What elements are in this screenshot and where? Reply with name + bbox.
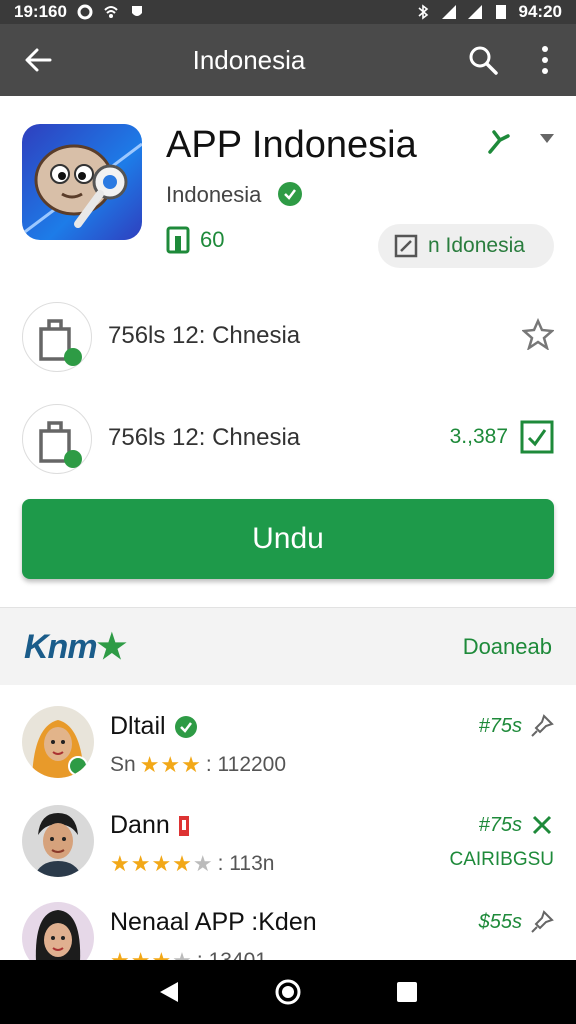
bag-icon	[39, 319, 82, 366]
status-time: 19:160	[14, 2, 67, 21]
app-header: APP Indonesia Indonesia 60 n Idonesia	[0, 96, 576, 276]
info-row-right	[510, 318, 554, 350]
review-meta: Sn ★★★ : 112200	[110, 752, 286, 778]
review-meta: ★★★★★ : 113n	[110, 851, 274, 877]
developer-name[interactable]: Indonesia	[166, 182, 261, 208]
review-meta-prefix: Sn	[110, 753, 136, 776]
verified-icon	[278, 182, 302, 206]
review-value: #75s	[478, 813, 522, 836]
list-item[interactable]: Dann ★★★★★ : 113n #75s CAIRIBGSU	[0, 805, 576, 905]
bluetooth-icon	[417, 4, 428, 20]
back-button[interactable]	[0, 24, 76, 96]
notification-icon	[77, 4, 93, 20]
share-icon[interactable]	[484, 126, 512, 156]
close-icon[interactable]	[530, 813, 554, 837]
review-sub-label: CAIRIBGSU	[449, 849, 554, 870]
review-right: #75s CAIRIBGSU	[449, 813, 554, 871]
dropdown-arrow-icon[interactable]	[540, 134, 554, 143]
nav-back-button[interactable]	[145, 968, 193, 1016]
arrow-back-icon	[25, 48, 52, 72]
nav-home-icon	[275, 979, 301, 1005]
review-count: : 113n	[217, 852, 275, 875]
status-bar: 19:160 94:20	[0, 0, 576, 24]
info-row-text: 756ls 12: Chnesia	[108, 322, 301, 349]
app-bar: Indonesia	[0, 24, 576, 96]
star-rating: ★★★	[139, 752, 202, 777]
info-row[interactable]: 756ls 12: Chnesia	[0, 302, 576, 388]
app-icon	[22, 124, 142, 240]
page-title: Indonesia	[192, 44, 306, 75]
nav-back-icon	[160, 982, 179, 1002]
review-author: Dann	[110, 811, 190, 840]
edit-icon	[394, 234, 418, 258]
verified-icon	[174, 715, 197, 738]
avatar	[22, 805, 94, 877]
app-mascot-icon	[22, 142, 142, 236]
section-brand: Knm★	[24, 627, 128, 667]
status-clock-right: 94:20	[518, 2, 562, 21]
wifi-icon	[104, 6, 118, 18]
more-vert-icon	[542, 46, 548, 74]
review-value: $55s	[478, 910, 522, 933]
bag-icon	[39, 421, 82, 468]
age-rating-value: 60	[200, 227, 225, 252]
pin-icon[interactable]	[530, 910, 554, 934]
checkbox-icon[interactable]	[520, 420, 554, 454]
section-brand-text: Knm	[24, 627, 98, 666]
review-author-name: Dltail	[110, 712, 166, 740]
signal-2-icon	[467, 5, 482, 19]
star-rating: ★★★★★	[110, 851, 214, 876]
info-row-avatar	[22, 404, 92, 474]
category-chip-label: n Idonesia	[428, 234, 525, 257]
list-item[interactable]: Dltail Sn ★★★ : 112200 #75s	[0, 706, 576, 806]
battery-icon	[495, 5, 506, 19]
nav-home-button[interactable]	[264, 968, 312, 1016]
avatar	[22, 706, 94, 778]
review-right: #75s	[479, 714, 554, 738]
shield-icon	[131, 6, 142, 16]
category-chip[interactable]: n Idonesia	[378, 224, 554, 268]
review-author: Dltail	[110, 712, 198, 741]
pin-icon[interactable]	[530, 714, 554, 738]
info-row-right: 3.,387	[450, 420, 554, 454]
star-outline-icon[interactable]	[522, 318, 554, 350]
install-button[interactable]: Undu	[22, 499, 554, 579]
reviews-section-header: Knm★ Doaneab	[0, 607, 576, 685]
info-row-text: 756ls 12: Chnesia	[108, 424, 301, 451]
search-icon	[469, 46, 498, 75]
search-button[interactable]	[452, 24, 514, 96]
review-right: $55s	[479, 910, 554, 934]
age-rating-icon	[166, 226, 190, 254]
signal-icon	[441, 5, 456, 19]
info-row-avatar	[22, 302, 92, 372]
review-author-name: Nenaal APP :Kden	[110, 908, 317, 936]
nav-recents-button[interactable]	[383, 968, 431, 1016]
app-name: APP Indonesia	[166, 124, 417, 166]
info-row-value: 3.,387	[449, 425, 508, 448]
overflow-menu-button[interactable]	[514, 24, 576, 96]
review-author: Nenaal APP :Kden	[110, 908, 317, 937]
info-row[interactable]: 756ls 12: Chnesia 3.,387	[0, 404, 576, 490]
nav-recents-icon	[396, 982, 417, 1002]
brand-star-icon: ★	[96, 627, 128, 666]
age-rating: 60	[166, 226, 224, 254]
badge-icon	[178, 815, 189, 836]
review-count: : 112200	[205, 753, 287, 776]
system-nav-bar	[0, 960, 576, 1024]
section-link[interactable]: Doaneab	[463, 634, 552, 660]
review-author-name: Dann	[110, 811, 170, 839]
review-value: #75s	[478, 714, 522, 737]
